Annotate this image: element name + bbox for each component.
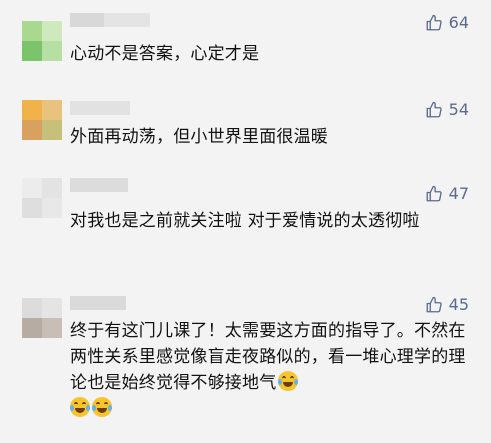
thumbs-up-icon xyxy=(426,101,442,118)
author-name-blurred[interactable] xyxy=(70,101,130,115)
like-count: 54 xyxy=(448,100,469,119)
thumbs-up-icon xyxy=(426,185,442,202)
author-name-blurred[interactable] xyxy=(70,296,126,310)
like-button[interactable]: 54 xyxy=(425,99,469,121)
like-button[interactable]: 64 xyxy=(425,12,469,34)
avatar[interactable] xyxy=(22,21,62,61)
author-name-blurred[interactable] xyxy=(70,178,128,192)
like-count: 47 xyxy=(448,184,469,203)
thumbs-up-icon xyxy=(426,296,442,313)
like-button[interactable]: 47 xyxy=(425,183,469,205)
comment-text-body: 终于有这门儿课了！太需要这方面的指导了。不然在两性关系里感觉像盲走夜路似的，看一… xyxy=(70,321,466,393)
like-count: 64 xyxy=(448,13,469,32)
like-count: 45 xyxy=(448,295,469,314)
thumbs-up-icon xyxy=(426,14,442,31)
avatar[interactable] xyxy=(22,298,62,338)
avatar[interactable] xyxy=(22,100,62,140)
avatar[interactable] xyxy=(22,178,62,218)
grinning-tears-emoji xyxy=(70,397,90,417)
grinning-tears-emoji xyxy=(92,397,112,417)
grinning-tears-emoji xyxy=(278,371,299,391)
like-button[interactable]: 45 xyxy=(425,294,469,316)
author-name-blurred[interactable] xyxy=(70,13,150,27)
comment-text: 终于有这门儿课了！太需要这方面的指导了。不然在两性关系里感觉像盲走夜路似的，看一… xyxy=(70,318,470,422)
comment-text: 心动不是答案，心定才是 xyxy=(70,44,260,64)
comment-text: 对我也是之前就关注啦 对于爱情说的太透彻啦 xyxy=(70,211,420,231)
comment-text: 外面再动荡，但小世界里面很温暖 xyxy=(70,127,328,147)
